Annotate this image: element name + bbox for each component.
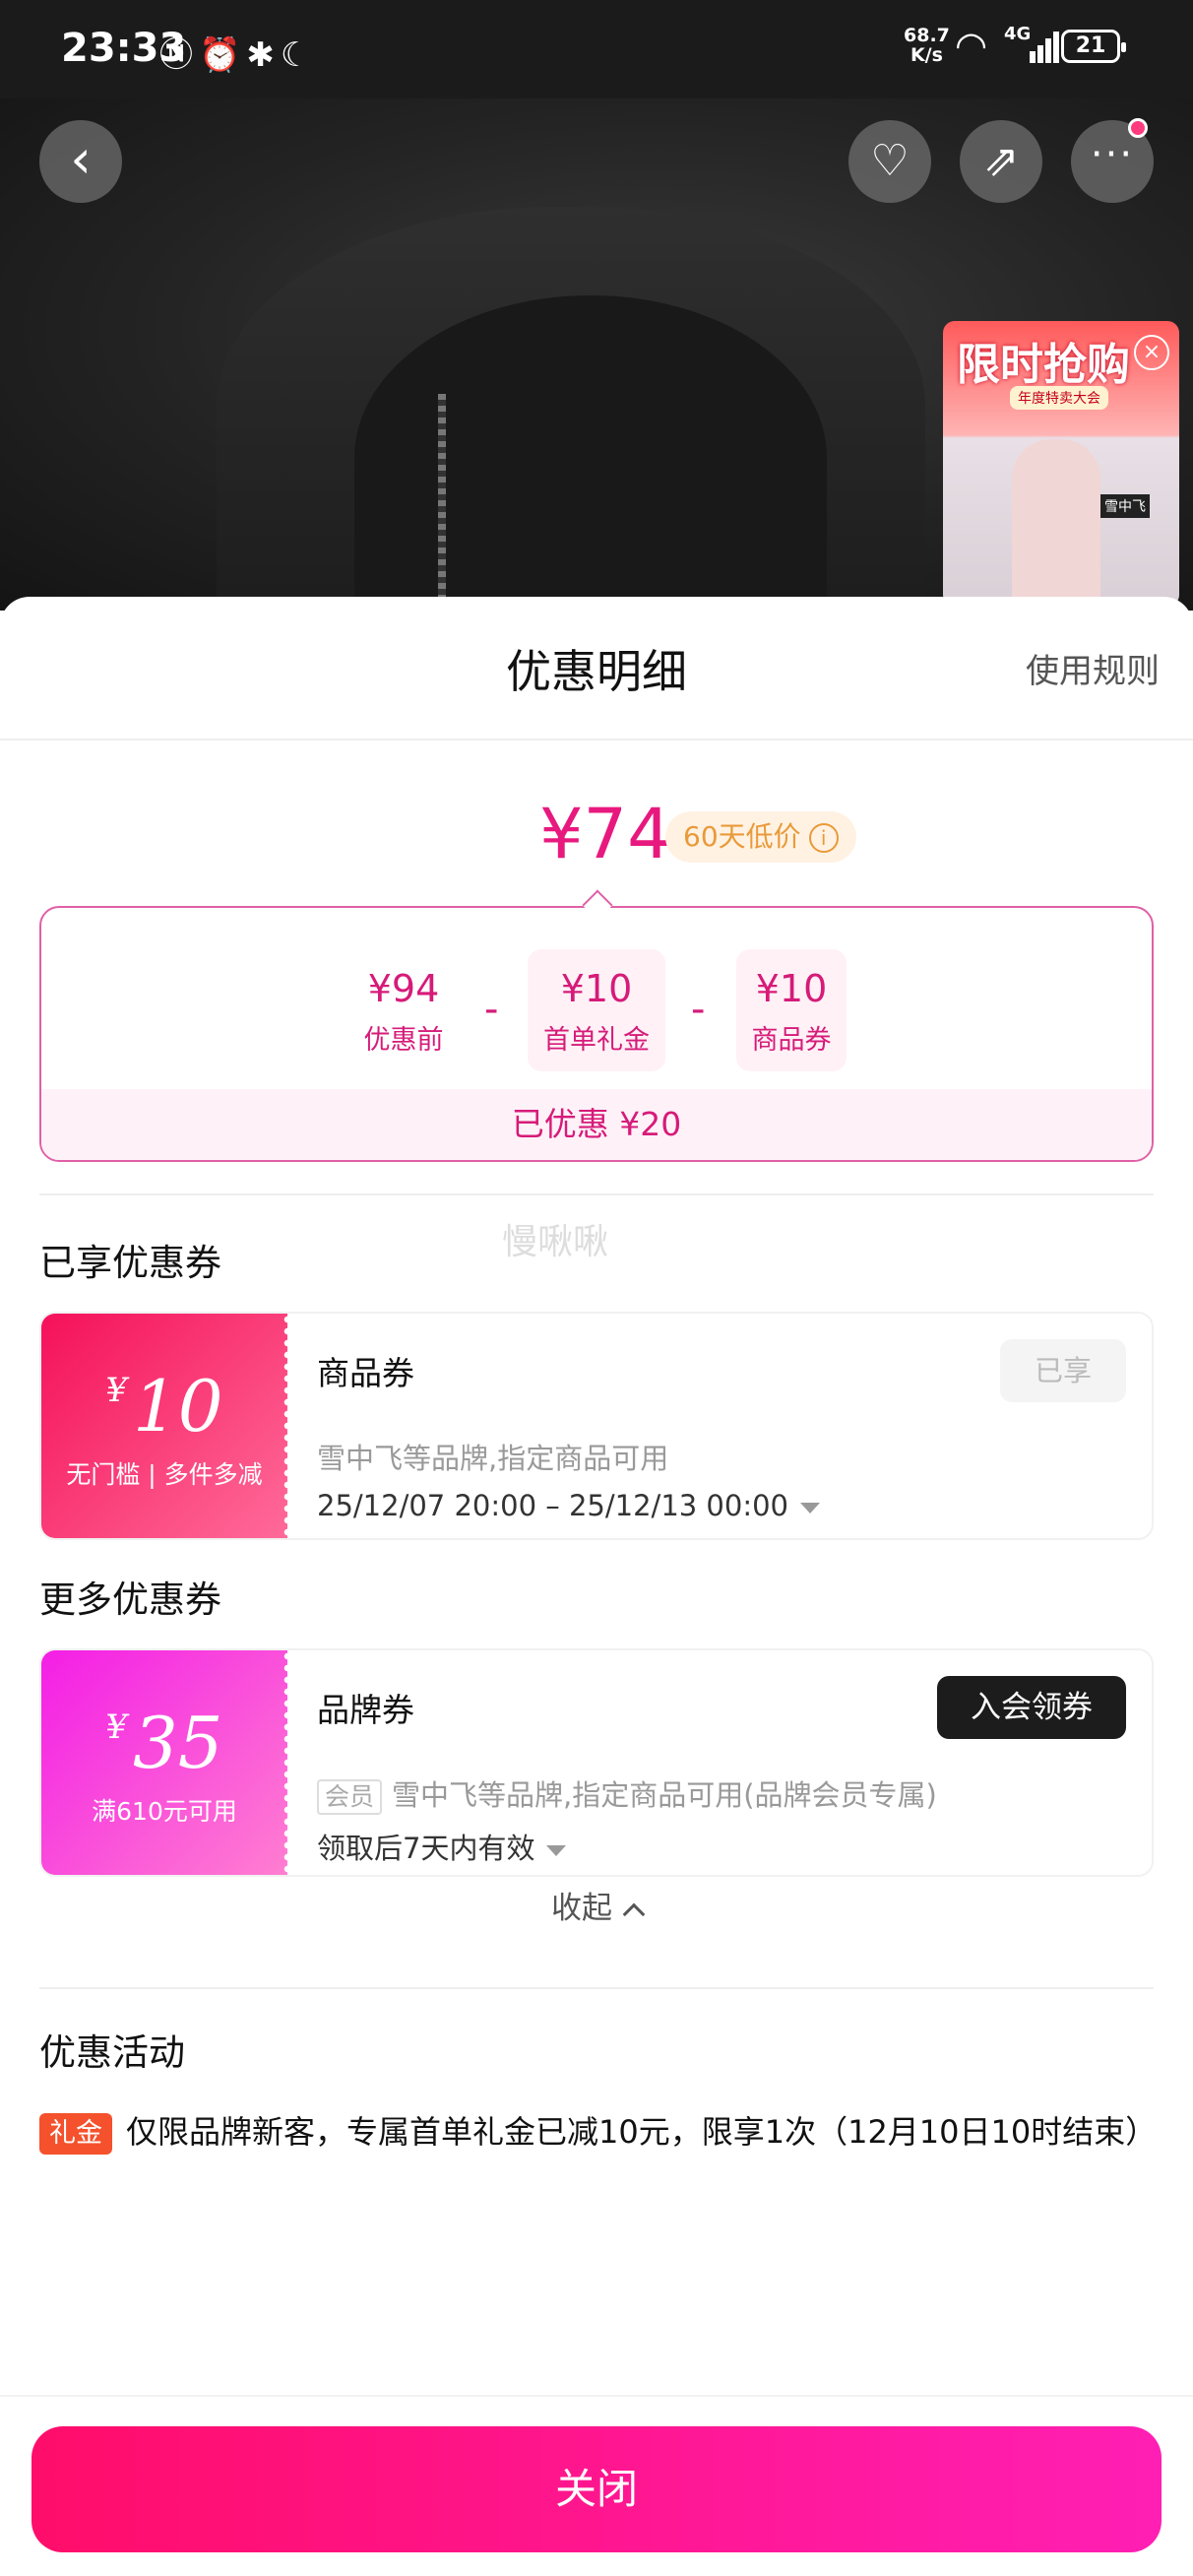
calc-original: ¥94 优惠前 (335, 949, 472, 1071)
collapse-label: 收起 (551, 1891, 612, 1926)
chevron-up-icon (622, 1902, 646, 1925)
flash-sale-title: 限时抢购 (957, 340, 1130, 390)
minus-sign: - (691, 987, 706, 1032)
status-notification-icons: Ⓝ⏰✱☾ (159, 35, 317, 75)
info-icon: i (808, 823, 839, 853)
coupon-card-brand[interactable]: ¥35 满610元可用 品牌券 会员 雪中飞等品牌,指定商品可用(品牌会员专属) … (39, 1648, 1154, 1877)
section-divider (39, 1987, 1154, 1989)
flash-sale-subtitle: 年度特卖大会 (1010, 386, 1108, 410)
activity-item: 礼金 仅限品牌新客，专属首单礼金已减10元，限享1次（12月10日10时结束） (39, 2107, 1157, 2155)
close-button[interactable]: 关闭 (31, 2426, 1162, 2552)
share-icon: ⇗ (982, 136, 1020, 186)
coupon-validity[interactable]: 领取后7天内有效 (317, 1826, 567, 1867)
watermark: 慢啾啾 (502, 1222, 609, 1262)
calc-gift: ¥10 首单礼金 (528, 949, 665, 1071)
caret-down-icon (546, 1844, 567, 1856)
coupon-yen: ¥ (105, 1371, 127, 1410)
collapse-button[interactable]: 收起 (0, 1883, 1193, 1927)
coupon-validity-text: 25/12/07 20:00 – 25/12/13 00:00 (317, 1489, 789, 1522)
coupon-condition: 无门槛 | 多件多减 (66, 1460, 263, 1489)
calc-gift-value: ¥10 (560, 967, 633, 1010)
calc-original-label: 优惠前 (363, 1025, 444, 1056)
close-icon[interactable]: × (1134, 335, 1169, 370)
network-speed: 68.7 K/s (904, 26, 950, 65)
calc-coupon: ¥10 商品券 (736, 949, 847, 1071)
coupon-name: 商品券 (317, 1354, 414, 1392)
notification-dot (1128, 118, 1148, 138)
enjoyed-coupons-title: 已享优惠券 (39, 1242, 221, 1284)
minus-sign: - (484, 987, 499, 1032)
usage-rules-link[interactable]: 使用规则 (1026, 644, 1160, 692)
coupon-amount: ¥10 (41, 1367, 287, 1446)
price-calculation: ¥94 优惠前 - ¥10 首单礼金 - ¥10 商品券 已优惠 ¥20 (39, 906, 1154, 1162)
network-speed-value: 68.7 (904, 25, 950, 46)
footer-divider (0, 2395, 1193, 2397)
gift-tag: 礼金 (39, 2113, 112, 2155)
final-price: ¥74 (539, 794, 671, 874)
share-button[interactable]: ⇗ (960, 120, 1042, 203)
coupon-validity-text: 领取后7天内有效 (317, 1832, 535, 1865)
calc-coupon-value: ¥10 (755, 967, 828, 1010)
back-button[interactable]: ‹ (39, 120, 122, 203)
coupon-stub: ¥10 无门槛 | 多件多减 (41, 1314, 287, 1538)
coupon-description: 雪中飞等品牌,指定商品可用 (317, 1442, 669, 1475)
discount-detail-sheet: 优惠明细 使用规则 ¥74 60天低价 i ¥94 优惠前 - ¥10 首单礼金 … (0, 597, 1193, 2576)
product-collar-inner (354, 295, 827, 611)
signal-icon (1022, 30, 1059, 63)
sheet-title: 优惠明细 (506, 645, 687, 698)
flash-sale-float[interactable]: 限时抢购 年度特卖大会 × 雪中飞 (943, 321, 1179, 607)
more-icon: ··· (1090, 132, 1135, 177)
join-and-claim-button[interactable]: 入会领券 (937, 1676, 1126, 1739)
caret-down-icon (800, 1502, 821, 1513)
more-coupons-title: 更多优惠券 (39, 1578, 221, 1621)
coupon-description-text: 雪中飞等品牌,指定商品可用(品牌会员专属) (392, 1778, 937, 1812)
coupon-condition: 满610元可用 (92, 1797, 237, 1826)
coupon-perforation (282, 1650, 293, 1875)
back-icon: ‹ (70, 128, 92, 190)
header-divider (0, 739, 1193, 741)
coupon-amount-value: 35 (133, 1702, 223, 1784)
member-tag: 会员 (317, 1779, 383, 1815)
flash-sale-brand: 雪中飞 (1100, 494, 1150, 518)
coupon-validity[interactable]: 25/12/07 20:00 – 25/12/13 00:00 (317, 1489, 821, 1522)
coupon-card-product[interactable]: ¥10 无门槛 | 多件多减 商品券 雪中飞等品牌,指定商品可用 25/12/0… (39, 1312, 1154, 1540)
coupon-status-badge: 已享 (1000, 1339, 1126, 1402)
saved-total: 已优惠 ¥20 (41, 1089, 1152, 1160)
low-price-label: 60天低价 (683, 820, 801, 853)
battery-icon: 21 (1061, 30, 1126, 63)
coupon-perforation (282, 1314, 293, 1538)
coupon-amount: ¥35 (41, 1704, 287, 1782)
status-bar: 23:33 Ⓝ⏰✱☾ 68.7 K/s ◠ 4G 21 (0, 0, 1193, 98)
network-speed-unit: K/s (910, 44, 943, 66)
activity-title: 优惠活动 (39, 2031, 185, 2074)
coupon-yen: ¥ (105, 1707, 127, 1747)
section-divider (39, 1193, 1154, 1195)
product-zipper (438, 394, 446, 611)
coupon-name: 品牌券 (317, 1691, 414, 1729)
wifi-icon: ◠ (955, 24, 988, 67)
calc-gift-label: 首单礼金 (543, 1025, 650, 1056)
calc-coupon-label: 商品券 (751, 1025, 832, 1056)
activity-text: 仅限品牌新客，专属首单礼金已减10元，限享1次（12月10日10时结束） (126, 2113, 1158, 2151)
coupon-description: 会员 雪中飞等品牌,指定商品可用(品牌会员专属) (317, 1772, 937, 1815)
heart-plus-icon: ♡ (870, 136, 910, 186)
favorite-button[interactable]: ♡ (848, 120, 931, 203)
calc-original-value: ¥94 (367, 967, 440, 1010)
low-price-tag[interactable]: 60天低价 i (665, 811, 856, 863)
model-figure (1012, 439, 1100, 607)
coupon-stub: ¥35 满610元可用 (41, 1650, 287, 1875)
coupon-amount-value: 10 (133, 1365, 223, 1448)
